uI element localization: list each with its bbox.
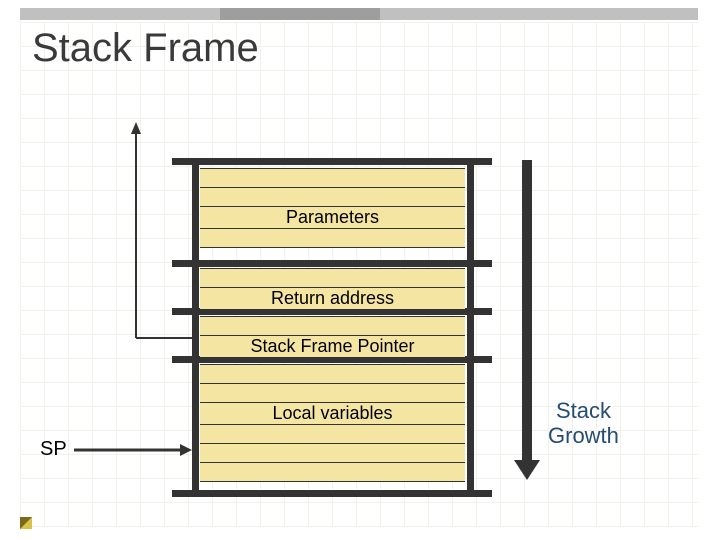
stack-cell [200,384,465,403]
stack-cell [200,425,465,444]
stack-growth-label: Stack Growth [548,398,619,449]
stack-cell [200,444,465,463]
frame-pointer-label-cell: Stack Frame Pointer [200,336,465,358]
parameters-label-cell: Parameters [200,207,465,229]
sp-label: SP [40,438,67,461]
local-vars-label-cell: Local variables [200,403,465,425]
stack-cell [200,364,465,384]
parameters-region: Parameters [200,168,465,248]
frame-bar-top [172,158,492,165]
sp-arrow-icon [74,442,194,458]
corner-decoration-icon [20,517,32,529]
stack-growth-line1: Stack [556,398,611,423]
frame-pointer-arrow-icon [128,120,198,345]
frame-bar-bottom [172,490,492,497]
local-vars-region: Local variables [200,364,465,482]
stack-cell [200,229,465,248]
stack-growth-arrow-icon [514,160,540,480]
stack-cell [200,168,465,188]
page-title: Stack Frame [32,26,259,71]
stack-cell [200,463,465,482]
stack-cell [200,268,465,288]
frame-bar-after-params [172,260,492,267]
title-bar-accent [220,8,380,20]
stack-cell [200,188,465,207]
return-address-region: Return address [200,268,465,310]
frame-pointer-region: Stack Frame Pointer [200,316,465,358]
return-address-label-cell: Return address [200,288,465,310]
stack-growth-line2: Growth [548,423,619,448]
stack-cell [200,316,465,336]
